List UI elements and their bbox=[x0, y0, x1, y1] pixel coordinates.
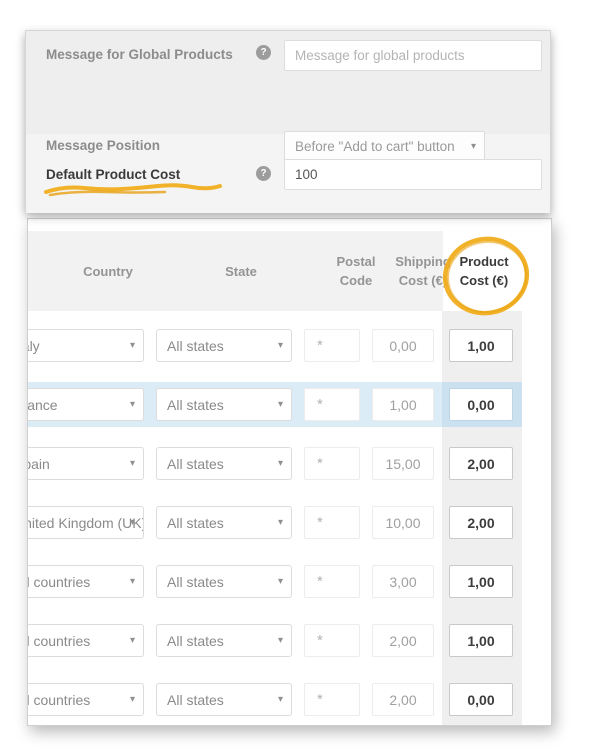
settings-panel: Message for Global Products ? Message Po… bbox=[25, 30, 551, 212]
country-select[interactable]: Spain ▾ bbox=[27, 447, 144, 480]
country-value: All countries bbox=[27, 574, 90, 590]
message-position-label: Message Position bbox=[46, 138, 160, 153]
postal-code-input[interactable] bbox=[304, 506, 360, 539]
table-row: Italy ▾ All states ▾ bbox=[28, 323, 522, 368]
state-value: All states bbox=[167, 633, 224, 649]
chevron-down-icon: ▾ bbox=[278, 341, 283, 351]
chevron-down-icon: ▾ bbox=[130, 695, 135, 705]
product-cost-input[interactable] bbox=[449, 683, 513, 716]
state-select[interactable]: All states ▾ bbox=[156, 506, 292, 539]
postal-code-input[interactable] bbox=[304, 329, 360, 362]
country-select[interactable]: France ▾ bbox=[27, 388, 144, 421]
postal-code-input[interactable] bbox=[304, 388, 360, 421]
state-value: All states bbox=[167, 692, 224, 708]
postal-code-input[interactable] bbox=[304, 624, 360, 657]
state-select[interactable]: All states ▾ bbox=[156, 329, 292, 362]
chevron-down-icon: ▾ bbox=[130, 341, 135, 351]
chevron-down-icon: ▾ bbox=[130, 400, 135, 410]
country-select[interactable]: United Kingdom (UK) ▾ bbox=[27, 506, 144, 539]
question-mark-glyph: ? bbox=[260, 48, 266, 58]
message-position-select[interactable]: Before "Add to cart" button ▾ bbox=[284, 131, 485, 162]
country-value: France bbox=[27, 397, 58, 413]
question-mark-glyph: ? bbox=[260, 169, 266, 179]
state-select[interactable]: All states ▾ bbox=[156, 624, 292, 657]
table-row: All countries ▾ All states ▾ bbox=[28, 559, 522, 604]
shipping-cost-input[interactable] bbox=[372, 447, 434, 480]
yellow-scribble-underline bbox=[42, 183, 242, 197]
state-value: All states bbox=[167, 515, 224, 531]
country-select[interactable]: All countries ▾ bbox=[27, 565, 144, 598]
table-row: United Kingdom (UK) ▾ All states ▾ bbox=[28, 500, 522, 545]
chevron-down-icon: ▾ bbox=[278, 400, 283, 410]
shipping-cost-input[interactable] bbox=[372, 506, 434, 539]
chevron-down-icon: ▾ bbox=[278, 695, 283, 705]
postal-code-input[interactable] bbox=[304, 565, 360, 598]
chevron-down-icon: ▾ bbox=[278, 636, 283, 646]
product-cost-input[interactable] bbox=[449, 624, 513, 657]
product-cost-input[interactable] bbox=[449, 506, 513, 539]
country-value: All countries bbox=[27, 692, 90, 708]
chevron-down-icon: ▾ bbox=[278, 518, 283, 528]
chevron-down-icon: ▾ bbox=[130, 518, 135, 528]
state-select[interactable]: All states ▾ bbox=[156, 683, 292, 716]
message-global-products-input[interactable] bbox=[284, 40, 542, 71]
default-product-cost-input[interactable] bbox=[284, 159, 542, 190]
column-header-country: Country bbox=[48, 231, 168, 311]
shipping-cost-input[interactable] bbox=[372, 683, 434, 716]
country-value: United Kingdom (UK) bbox=[27, 515, 144, 531]
shipping-cost-input[interactable] bbox=[372, 624, 434, 657]
state-select[interactable]: All states ▾ bbox=[156, 388, 292, 421]
column-header-shipping-cost: Shipping Cost (€) bbox=[393, 231, 453, 311]
country-value: Italy bbox=[27, 338, 40, 354]
product-cost-input[interactable] bbox=[449, 388, 513, 421]
state-value: All states bbox=[167, 456, 224, 472]
chevron-down-icon: ▾ bbox=[130, 636, 135, 646]
table-row-highlighted: France ▾ All states ▾ bbox=[28, 382, 522, 427]
column-header-postal-code: Postal Code bbox=[326, 231, 386, 311]
table-row: All countries ▾ All states ▾ bbox=[28, 618, 522, 663]
state-value: All states bbox=[167, 397, 224, 413]
table-row: All countries ▾ All states ▾ bbox=[28, 677, 522, 722]
country-select[interactable]: All countries ▾ bbox=[27, 624, 144, 657]
chevron-down-icon: ▾ bbox=[130, 577, 135, 587]
chevron-down-icon: ▾ bbox=[278, 459, 283, 469]
postal-code-input[interactable] bbox=[304, 683, 360, 716]
column-header-state: State bbox=[181, 231, 301, 311]
country-select[interactable]: Italy ▾ bbox=[27, 329, 144, 362]
state-select[interactable]: All states ▾ bbox=[156, 565, 292, 598]
product-cost-input[interactable] bbox=[449, 329, 513, 362]
shipping-cost-input[interactable] bbox=[372, 329, 434, 362]
shipping-cost-input[interactable] bbox=[372, 388, 434, 421]
country-select[interactable]: All countries ▾ bbox=[27, 683, 144, 716]
default-product-cost-label: Default Product Cost bbox=[46, 167, 180, 182]
chevron-down-icon: ▾ bbox=[278, 577, 283, 587]
table-row: Spain ▾ All states ▾ bbox=[28, 441, 522, 486]
help-icon[interactable]: ? bbox=[256, 166, 271, 181]
country-value: Spain bbox=[27, 456, 50, 472]
message-position-value: Before "Add to cart" button bbox=[295, 139, 455, 154]
postal-code-input[interactable] bbox=[304, 447, 360, 480]
help-icon[interactable]: ? bbox=[256, 45, 271, 60]
chevron-down-icon: ▾ bbox=[471, 142, 476, 152]
product-cost-input[interactable] bbox=[449, 565, 513, 598]
shipping-cost-input[interactable] bbox=[372, 565, 434, 598]
chevron-down-icon: ▾ bbox=[130, 459, 135, 469]
country-value: All countries bbox=[27, 633, 90, 649]
state-value: All states bbox=[167, 338, 224, 354]
column-header-product-cost: Product Cost (€) bbox=[451, 231, 517, 311]
shipping-cost-table-panel: Country State Postal Code Shipping Cost … bbox=[27, 218, 552, 726]
product-cost-input[interactable] bbox=[449, 447, 513, 480]
page: Message for Global Products ? Message Po… bbox=[0, 0, 600, 756]
state-select[interactable]: All states ▾ bbox=[156, 447, 292, 480]
state-value: All states bbox=[167, 574, 224, 590]
message-global-products-label: Message for Global Products bbox=[46, 47, 233, 62]
